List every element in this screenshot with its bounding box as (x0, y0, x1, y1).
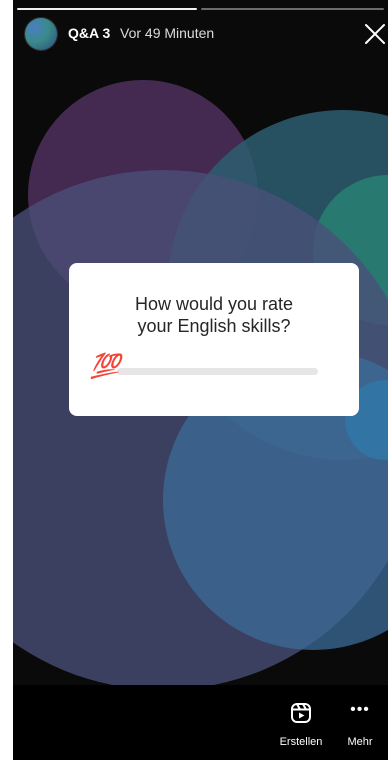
hundred-points-icon[interactable]: 💯 (90, 353, 120, 381)
slider-emoji-glyph: 💯 (90, 353, 120, 380)
sticker-question: How would you rate your English skills? (134, 294, 294, 336)
page-margin (0, 0, 13, 763)
more-label: Mehr (347, 736, 373, 748)
close-icon[interactable] (362, 21, 388, 47)
story-progress-segment-1 (17, 8, 197, 10)
create-button[interactable]: Erstellen (275, 701, 327, 748)
story-header: Q&A 3 Vor 49 Minuten (13, 16, 388, 52)
story-user-name[interactable]: Q&A 3 (68, 25, 110, 41)
create-label: Erstellen (279, 736, 323, 748)
story-footer: Erstellen ••• Mehr (13, 685, 388, 760)
emoji-slider-sticker[interactable]: How would you rate your English skills? … (69, 263, 359, 416)
more-dots-icon: ••• (350, 701, 370, 718)
more-button[interactable]: ••• Mehr (340, 701, 380, 748)
reels-icon (291, 703, 311, 723)
story-progress-segment-2 (201, 8, 384, 10)
story-time-ago: Vor 49 Minuten (120, 25, 215, 41)
slider-track[interactable] (117, 368, 318, 375)
story-viewer[interactable]: Q&A 3 Vor 49 Minuten How would you rate … (13, 0, 388, 760)
avatar[interactable] (25, 18, 57, 50)
